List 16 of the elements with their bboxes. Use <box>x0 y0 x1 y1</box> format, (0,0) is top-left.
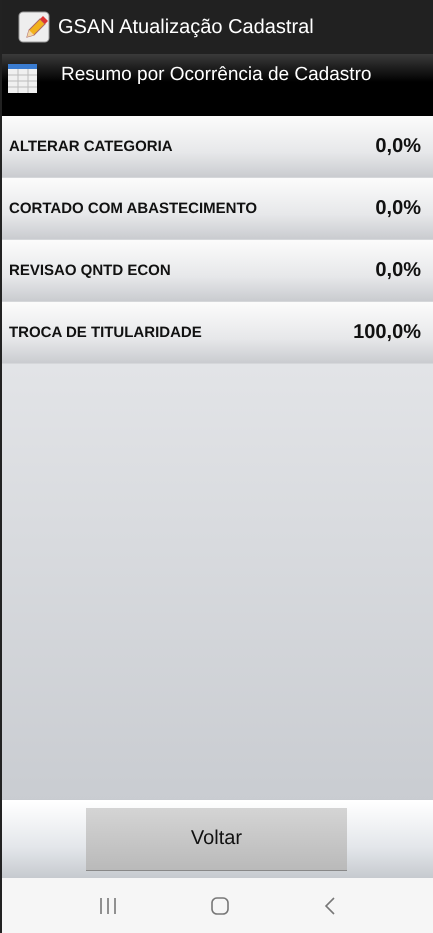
occurrence-label: ALTERAR CATEGORIA <box>9 138 173 155</box>
percentage-value: 100,0% <box>353 321 421 344</box>
back-icon[interactable] <box>322 896 336 916</box>
app-title: GSAN Atualização Cadastral <box>58 16 314 38</box>
occurrence-label: CORTADO COM ABASTECIMENTO <box>9 200 258 217</box>
percentage-value: 0,0% <box>375 197 421 220</box>
home-icon[interactable] <box>210 896 230 916</box>
table-icon <box>8 64 37 93</box>
percentage-value: 0,0% <box>375 135 421 158</box>
percentage-value: 0,0% <box>375 259 421 282</box>
back-button[interactable]: Voltar <box>86 808 347 870</box>
recent-apps-icon[interactable] <box>98 896 116 914</box>
pencil-icon <box>18 11 50 43</box>
occurrence-label: TROCA DE TITULARIDADE <box>9 324 202 341</box>
screen-title: Resumo por Ocorrência de Cadastro <box>61 64 372 86</box>
occurrence-label: REVISAO QNTD ECON <box>9 262 171 279</box>
